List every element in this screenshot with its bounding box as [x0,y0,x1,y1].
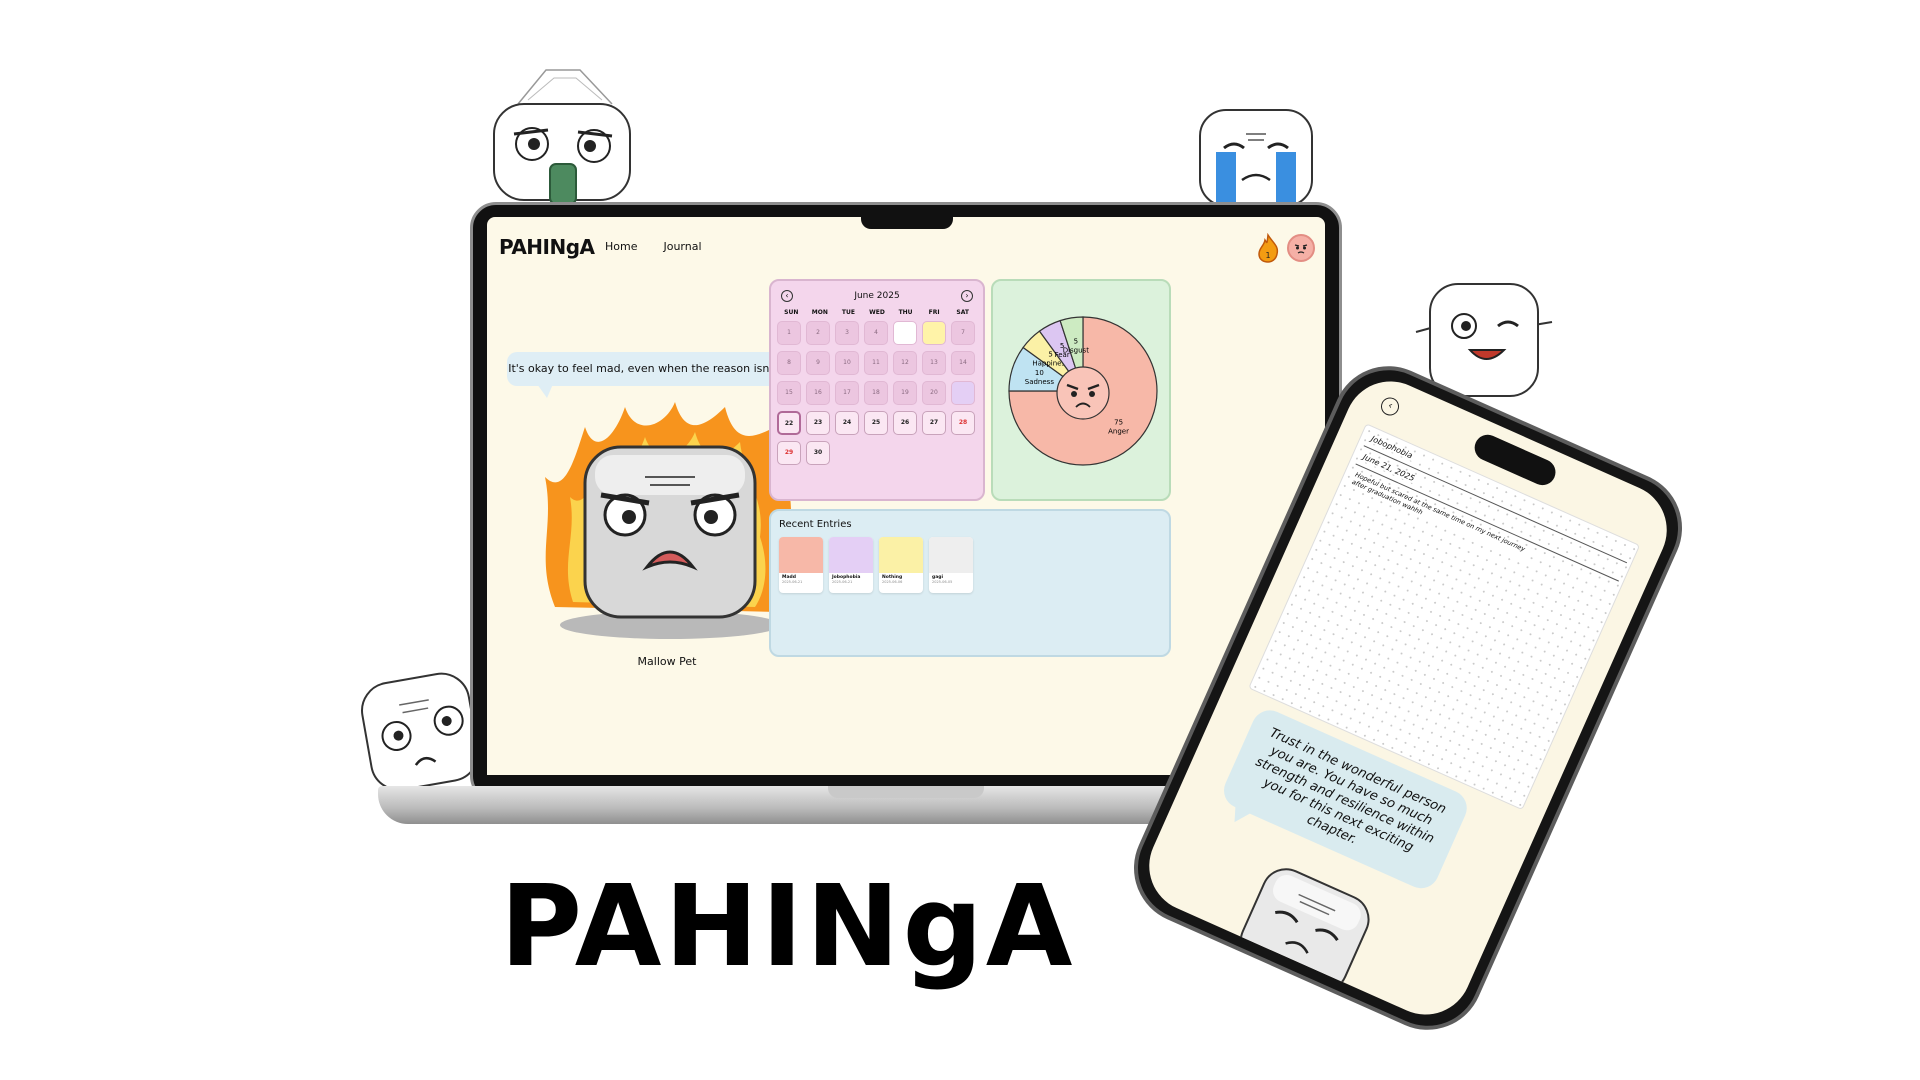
calendar-day[interactable]: 4 [864,321,888,345]
calendar-day[interactable]: 17 [835,381,859,405]
recent-entry-card[interactable]: gagi 2025-06-05 [929,537,973,593]
entry-name: Nothing [882,575,903,580]
entry-name: Madd [782,575,796,580]
streak-count: 1 [1265,251,1270,260]
entry-date: 2025-06-05 [932,580,953,584]
mood-calendar: ‹ June 2025 › SUN MON TUE WED THU FRI SA… [769,279,985,501]
calendar-day[interactable]: 30 [806,441,830,465]
crying-mallow-pet-illustration[interactable] [1234,856,1382,992]
weekday-label: TUE [841,309,855,316]
emotion-pie-chart: 75Anger10Sadness5Happiness5Fear5Disgust [1008,316,1158,466]
calendar-day[interactable]: 24 [835,411,859,435]
calendar-day[interactable]: 9 [806,351,830,375]
recent-entries-list: Madd 2025-06-21 Jobophobia 2025-06-21 No… [779,537,973,593]
calendar-day[interactable]: 18 [864,381,888,405]
disgust-mallow-mascot [484,64,640,204]
hero-title: PAHINgA [500,862,1076,992]
calendar-day-today[interactable]: 22 [777,411,801,435]
calendar-day[interactable]: 20 [922,381,946,405]
recent-entries-panel: Recent Entries Madd 2025-06-21 Jobophobi… [769,509,1171,657]
brand-logo[interactable]: PAHINgA [499,235,595,259]
nav-journal-link[interactable]: Journal [663,240,701,253]
calendar-day[interactable]: 12 [893,351,917,375]
divider [1355,463,1619,582]
calendar-day[interactable]: 10 [835,351,859,375]
weekday-label: MON [811,309,828,316]
user-avatar[interactable] [1287,234,1315,262]
calendar-day-neutral-mood[interactable] [893,321,917,345]
entry-name: gagi [932,575,944,580]
weekday-label: SAT [956,309,969,316]
streak-flame-icon[interactable]: 1 [1255,232,1281,263]
calendar-day[interactable]: 2 [806,321,830,345]
calendar-day[interactable]: 15 [777,381,801,405]
scared-mallow-mascot [354,666,484,796]
pie-slice-value: 5 [1074,338,1078,346]
weekday-label: FRI [928,309,940,316]
sad-mallow-mascot [1186,104,1322,208]
pet-speech-bubble: It's okay to feel mad, even when the rea… [507,352,811,398]
recent-entry-card[interactable]: Nothing 2025-06-06 [879,537,923,593]
calendar-day[interactable]: 25 [864,411,888,435]
calendar-day[interactable]: 13 [922,351,946,375]
entry-thumbnail [929,537,973,573]
recent-entry-card[interactable]: Madd 2025-06-21 [779,537,823,593]
calendar-day[interactable]: 29 [777,441,801,465]
weekday-label: SUN [784,309,799,316]
desktop-app-screen: PAHINgA Home Journal 1 It's okay to feel… [487,217,1325,775]
calendar-day[interactable]: 8 [777,351,801,375]
entry-date: 2025-06-21 [782,580,803,584]
calendar-day[interactable]: 28 [951,411,975,435]
nav-home-link[interactable]: Home [605,240,637,253]
angry-face-icon [1056,366,1110,420]
calendar-month-title: June 2025 [854,291,900,301]
calendar-day[interactable]: 14 [951,351,975,375]
pie-slice-label: Anger [1108,428,1129,436]
journal-entry-body[interactable]: Hopeful but scared at the same time on m… [1350,470,1531,563]
pet-name-label: Mallow Pet [637,655,697,668]
main-nav: Home Journal [605,240,702,253]
calendar-day[interactable]: 19 [893,381,917,405]
weekday-label: THU [898,309,913,316]
recent-entry-card[interactable]: Jobophobia 2025-06-21 [829,537,873,593]
entry-thumbnail [879,537,923,573]
calendar-day[interactable]: 16 [806,381,830,405]
entry-name: Jobophobia [832,575,861,580]
calendar-day[interactable]: 7 [951,321,975,345]
weekday-header: SUN MON TUE WED THU FRI SAT [777,309,977,316]
entry-thumbnail [829,537,873,573]
calendar-day-happy-mood[interactable] [922,321,946,345]
entry-date: 2025-06-06 [882,580,903,584]
pie-slice-value: 75 [1114,419,1123,427]
calendar-day[interactable]: 3 [835,321,859,345]
calendar-day[interactable]: 11 [864,351,888,375]
recent-entries-title: Recent Entries [779,519,852,530]
entry-thumbnail [779,537,823,573]
back-button-icon[interactable]: ‹ [1378,394,1402,419]
emotion-pie-chart-card: 75 Anger 10 Sadness 5 Happiness 5 Fear 5 Disgust [991,279,1171,501]
calendar-day[interactable]: 23 [806,411,830,435]
pie-slice-label: Disgust [1063,347,1090,355]
calendar-day[interactable]: 1 [777,321,801,345]
pie-slice-value: 5 [1048,351,1052,359]
entry-date: 2025-06-21 [832,580,853,584]
calendar-day[interactable]: 26 [893,411,917,435]
weekday-label: WED [869,309,885,316]
calendar-day[interactable]: 27 [922,411,946,435]
next-month-button[interactable]: › [961,290,973,302]
laptop-notch [861,205,953,229]
pie-slice-label: Sadness [1025,378,1055,386]
pie-slice-value: 10 [1035,369,1044,377]
calendar-day-fear-mood[interactable] [951,381,975,405]
calendar-day-grid: 1 2 3 4 7 8 9 10 11 12 13 14 15 16 17 18… [777,321,981,468]
laptop-opening-groove [828,786,984,798]
